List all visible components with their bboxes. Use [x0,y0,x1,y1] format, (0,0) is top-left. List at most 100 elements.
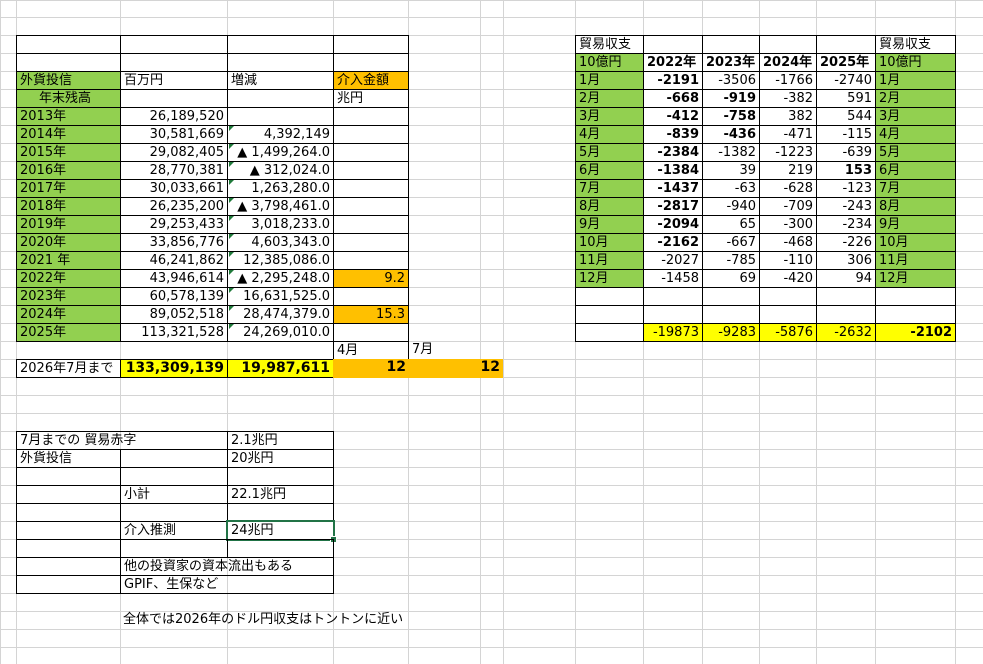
trade-value-cell[interactable]: -1766 [759,71,817,90]
balance-cell[interactable]: 30,033,661 [120,179,228,198]
trade-value-cell[interactable]: -63 [702,179,760,198]
intervention-cell[interactable] [333,161,409,180]
month-right-cell[interactable]: 7月 [875,179,956,198]
change-cell[interactable]: ▲ 1,499,264.0 [227,143,334,162]
month-cell[interactable]: 6月 [575,161,644,180]
estimate-value-cell-selected[interactable]: 24兆円 [226,520,335,541]
month-cell[interactable]: 10月 [575,233,644,252]
trade-value-cell[interactable]: -382 [759,89,817,108]
month-right-cell[interactable]: 1月 [875,71,956,90]
month-label-jul-cell[interactable]: 7月 [408,341,481,360]
fund-label-cell[interactable]: 外貨投信 [16,449,121,468]
trade-value-cell[interactable]: -3506 [702,71,760,90]
empty-cell[interactable] [227,539,334,558]
change-cell[interactable]: 4,392,149 [227,125,334,144]
month-cell[interactable]: 1月 [575,71,644,90]
subtotal-value-cell[interactable]: 22.1兆円 [227,485,334,504]
balance-cell[interactable]: 29,082,405 [120,143,228,162]
trade-value-cell[interactable]: -468 [759,233,817,252]
month-right-cell[interactable]: 5月 [875,143,956,162]
year-cell[interactable]: 2013年 [16,107,121,126]
deficit-value-cell[interactable]: 2.1兆円 [227,431,334,450]
trade-value-cell[interactable]: -123 [816,179,876,198]
empty-cell[interactable] [227,503,334,522]
empty-cell[interactable] [120,539,228,558]
estimate-label-cell[interactable]: 介入推測 [120,521,228,540]
empty-cell[interactable] [16,467,121,486]
header-unit-cell[interactable]: 百万円 [120,71,228,90]
trade-value-cell[interactable]: -226 [816,233,876,252]
trade-value-cell[interactable]: -2191 [643,71,703,90]
month-cell[interactable]: 7月 [575,179,644,198]
trade-value-cell[interactable]: -1384 [643,161,703,180]
empty-cell[interactable] [816,305,876,324]
empty-cell[interactable] [16,557,121,576]
change-cell[interactable]: 3,018,233.0 [227,215,334,234]
trade-value-cell[interactable]: -758 [702,107,760,126]
change-cell[interactable]: 16,631,525.0 [227,287,334,306]
empty-cell[interactable] [227,89,334,108]
change-cell[interactable]: ▲ 3,798,461.0 [227,197,334,216]
trade-value-cell[interactable]: -628 [759,179,817,198]
change-cell[interactable]: ▲ 312,024.0 [227,161,334,180]
month-right-cell[interactable]: 12月 [875,269,956,288]
year-header-cell[interactable]: 2024年 [759,53,817,72]
trade-value-cell[interactable]: 382 [759,107,817,126]
trade-value-cell[interactable]: 544 [816,107,876,126]
deficit-label-cell[interactable]: 7月までの 貿易赤字 [16,431,228,450]
trade-value-cell[interactable]: -2094 [643,215,703,234]
month-right-cell[interactable]: 11月 [875,251,956,270]
empty-cell[interactable] [875,287,956,306]
intervention-cell[interactable] [333,143,409,162]
month-right-cell[interactable]: 2月 [875,89,956,108]
balance-cell[interactable]: 43,946,614 [120,269,228,288]
trade-value-cell[interactable]: 39 [702,161,760,180]
empty-cell[interactable] [120,503,228,522]
balance-cell[interactable]: 30,581,669 [120,125,228,144]
trade-value-cell[interactable]: -2027 [643,251,703,270]
year-cell[interactable]: 2015年 [16,143,121,162]
balance-cell[interactable]: 26,189,520 [120,107,228,126]
trade-value-cell[interactable]: 306 [816,251,876,270]
month-right-cell[interactable]: 6月 [875,161,956,180]
month-right-cell[interactable]: 4月 [875,125,956,144]
trade-value-cell[interactable]: -1437 [643,179,703,198]
empty-cell[interactable] [702,35,760,54]
empty-cell[interactable] [643,287,703,306]
year-cell[interactable]: 2018年 [16,197,121,216]
trade-value-cell[interactable]: -1382 [702,143,760,162]
empty-cell[interactable] [120,53,228,72]
subtotal-label-cell[interactable]: 小計 [120,485,228,504]
year-header-cell[interactable]: 2023年 [702,53,760,72]
year-cell[interactable]: 2021 年 [16,251,121,270]
intervention-cell[interactable] [333,287,409,306]
intervention-cell[interactable] [333,179,409,198]
empty-cell[interactable] [333,35,409,54]
year-cell[interactable]: 2022年 [16,269,121,288]
total-jul-cell[interactable]: 12 [408,359,503,378]
empty-cell[interactable] [16,485,121,504]
fund-value-cell[interactable]: 20兆円 [227,449,334,468]
trade-value-cell[interactable]: -2162 [643,233,703,252]
trade-value-cell[interactable]: -940 [702,197,760,216]
month-cell[interactable]: 8月 [575,197,644,216]
trade-value-cell[interactable]: -412 [643,107,703,126]
trade-value-cell[interactable]: -300 [759,215,817,234]
month-cell[interactable]: 9月 [575,215,644,234]
trade-value-cell[interactable]: -471 [759,125,817,144]
trade-value-cell[interactable]: -2817 [643,197,703,216]
balance-cell[interactable]: 113,321,528 [120,323,228,342]
month-cell[interactable]: 4月 [575,125,644,144]
balance-cell[interactable]: 28,770,381 [120,161,228,180]
empty-cell[interactable] [16,53,121,72]
trade-value-cell[interactable]: -667 [702,233,760,252]
trade-title-cell[interactable]: 貿易収支 [575,35,644,54]
empty-cell[interactable] [120,35,228,54]
change-cell[interactable]: 28,474,379.0 [227,305,334,324]
trade-value-cell[interactable]: -243 [816,197,876,216]
empty-cell[interactable] [875,323,956,342]
trade-value-cell[interactable]: -2384 [643,143,703,162]
trade-value-cell[interactable]: 219 [759,161,817,180]
year-cell[interactable]: 2020年 [16,233,121,252]
trade-value-cell[interactable]: 591 [816,89,876,108]
